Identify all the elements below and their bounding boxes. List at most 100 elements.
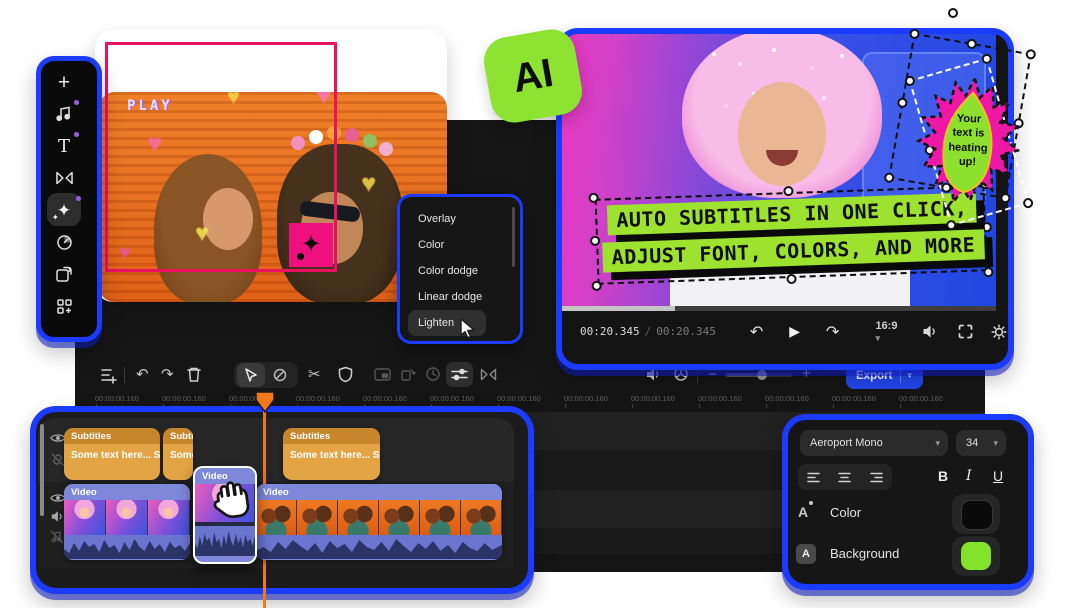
transitions-button[interactable] bbox=[480, 368, 497, 381]
player-controls: 00:20.345 / 00:20.345 ↶ ▶ ↷ 16:9 ▾ bbox=[562, 311, 1008, 352]
fullscreen-button[interactable] bbox=[958, 324, 973, 339]
menu-scrollbar[interactable] bbox=[512, 207, 515, 267]
clip-text: Some text here... So bbox=[283, 444, 380, 480]
align-right-button[interactable] bbox=[870, 472, 883, 483]
ai-tools-button[interactable]: ✦ ✦ bbox=[50, 196, 78, 224]
menu-item-overlay[interactable]: Overlay bbox=[400, 206, 520, 232]
drag-hand-cursor bbox=[205, 477, 257, 527]
font-family-select[interactable]: Aeroport Mono ▾ bbox=[800, 430, 948, 456]
clip-thumbnails bbox=[256, 500, 502, 535]
toolbar-divider bbox=[124, 367, 125, 383]
delete-button[interactable] bbox=[186, 366, 202, 383]
cut-button[interactable]: ✂ bbox=[308, 367, 321, 382]
align-group bbox=[798, 464, 892, 490]
export-chevron-icon[interactable]: ▾ bbox=[901, 370, 918, 381]
font-family-value: Aeroport Mono bbox=[810, 437, 883, 449]
subtitle-track-unlink-icon[interactable] bbox=[50, 452, 65, 467]
rotate-device-button[interactable] bbox=[400, 366, 416, 382]
video-track-volume-icon[interactable] bbox=[50, 510, 64, 523]
undo-playback-button[interactable]: ↶ bbox=[750, 322, 763, 342]
selection-handle[interactable] bbox=[965, 38, 978, 50]
background-label: Background bbox=[830, 546, 900, 561]
sparkle-dot-icon bbox=[297, 253, 304, 260]
menu-item-color-dodge[interactable]: Color dodge bbox=[400, 258, 520, 284]
subtitle-clip[interactable]: Subtitles Some text here... Sor bbox=[64, 428, 160, 480]
subtitle-clip[interactable]: Subtitles Some text here... So bbox=[283, 428, 380, 480]
volume-button[interactable] bbox=[921, 324, 938, 339]
clip-text: Some text here... Sor bbox=[64, 444, 160, 480]
shield-button[interactable] bbox=[338, 366, 353, 383]
color-swatch[interactable] bbox=[961, 500, 993, 530]
redo-playback-button[interactable]: ↷ bbox=[826, 322, 839, 342]
clip-title: Subtitles bbox=[283, 428, 380, 444]
more-apps-button[interactable] bbox=[50, 292, 78, 320]
clip-waveform bbox=[256, 535, 502, 559]
pip-button[interactable] bbox=[374, 368, 391, 381]
time-separator: / bbox=[644, 325, 652, 338]
subtitle-clip[interactable]: Subtitles Some text here... bbox=[163, 428, 193, 480]
clip-title: Subtitles bbox=[64, 428, 160, 444]
aspect-ratio-select[interactable]: 16:9 ▾ bbox=[875, 320, 897, 344]
current-time: 00:20.345 bbox=[580, 325, 640, 338]
notification-dot bbox=[74, 100, 79, 105]
zoom-slider-handle[interactable] bbox=[757, 370, 767, 380]
align-center-button[interactable] bbox=[838, 472, 852, 483]
eraser-tool-button[interactable] bbox=[272, 367, 288, 383]
speed-tool-button[interactable] bbox=[50, 228, 78, 256]
redo-button[interactable]: ↷ bbox=[161, 367, 174, 382]
background-icon: A bbox=[796, 544, 816, 564]
transitions-tool-button[interactable] bbox=[50, 164, 78, 192]
heart-overlay: ♥ bbox=[361, 168, 377, 198]
total-duration: 00:20.345 bbox=[656, 325, 716, 338]
selection-handle[interactable] bbox=[1021, 196, 1035, 210]
notification-dot bbox=[76, 196, 81, 201]
hair-glitter bbox=[712, 52, 716, 56]
clip-waveform bbox=[195, 526, 255, 556]
notification-dot bbox=[74, 132, 79, 137]
clip-title: Subtitles bbox=[163, 428, 193, 444]
chevron-down-icon: ▾ bbox=[875, 332, 880, 343]
selection-handle[interactable] bbox=[896, 97, 909, 109]
bold-button[interactable]: B bbox=[938, 468, 948, 484]
mouse-cursor bbox=[459, 318, 476, 338]
flame-sticker[interactable]: Your text is heating up! bbox=[909, 73, 1026, 213]
reframe-tool-button[interactable] bbox=[50, 260, 78, 288]
undo-button[interactable]: ↶ bbox=[136, 367, 149, 382]
playhead-marker[interactable] bbox=[254, 390, 276, 414]
ai-badge-label: AI bbox=[509, 50, 557, 101]
background-swatch-box[interactable] bbox=[952, 536, 1000, 576]
play-button[interactable]: ▶ bbox=[789, 323, 800, 340]
add-track-button[interactable] bbox=[100, 366, 118, 384]
color-label: Color bbox=[830, 505, 862, 520]
clip-title: Video bbox=[64, 484, 190, 500]
rotation-handle[interactable] bbox=[948, 8, 958, 18]
align-left-button[interactable] bbox=[807, 472, 820, 483]
export-label: Export bbox=[856, 369, 893, 382]
background-swatch[interactable] bbox=[961, 542, 991, 570]
clip-waveform bbox=[64, 535, 190, 559]
menu-item-linear-dodge[interactable]: Linear dodge bbox=[400, 284, 520, 310]
video-clip[interactable]: Video bbox=[64, 484, 190, 560]
effects-badge[interactable]: ✦ bbox=[289, 223, 333, 267]
select-tool-button[interactable] bbox=[243, 367, 259, 383]
audio-mixer-button[interactable] bbox=[451, 367, 468, 382]
woman-face bbox=[738, 82, 826, 186]
color-swatch-box[interactable] bbox=[952, 494, 1000, 534]
app-screenshot: ↶ ↷ ✂ − + Export ▾ 00:00:00.160 00:00:00… bbox=[0, 0, 1080, 608]
timeline-scrollbar[interactable] bbox=[40, 424, 44, 516]
selection-handle[interactable] bbox=[908, 28, 921, 40]
clip-thumbnails bbox=[64, 500, 190, 535]
italic-button[interactable]: I bbox=[966, 468, 972, 484]
player-settings-button[interactable] bbox=[991, 323, 1008, 340]
video-clip[interactable]: Video bbox=[256, 484, 502, 560]
sticker-text: Your text is heating up! bbox=[948, 112, 988, 169]
add-media-button[interactable]: + bbox=[50, 70, 78, 96]
duration-button[interactable] bbox=[425, 366, 441, 382]
chevron-down-icon: ▾ bbox=[993, 437, 998, 448]
font-size-select[interactable]: 34 ▾ bbox=[956, 430, 1006, 456]
chevron-down-icon: ▾ bbox=[935, 437, 940, 448]
underline-button[interactable]: U bbox=[993, 468, 1003, 484]
menu-item-color[interactable]: Color bbox=[400, 232, 520, 258]
video-track-mute-icon[interactable] bbox=[50, 530, 64, 544]
selection-handle[interactable] bbox=[1024, 48, 1037, 61]
